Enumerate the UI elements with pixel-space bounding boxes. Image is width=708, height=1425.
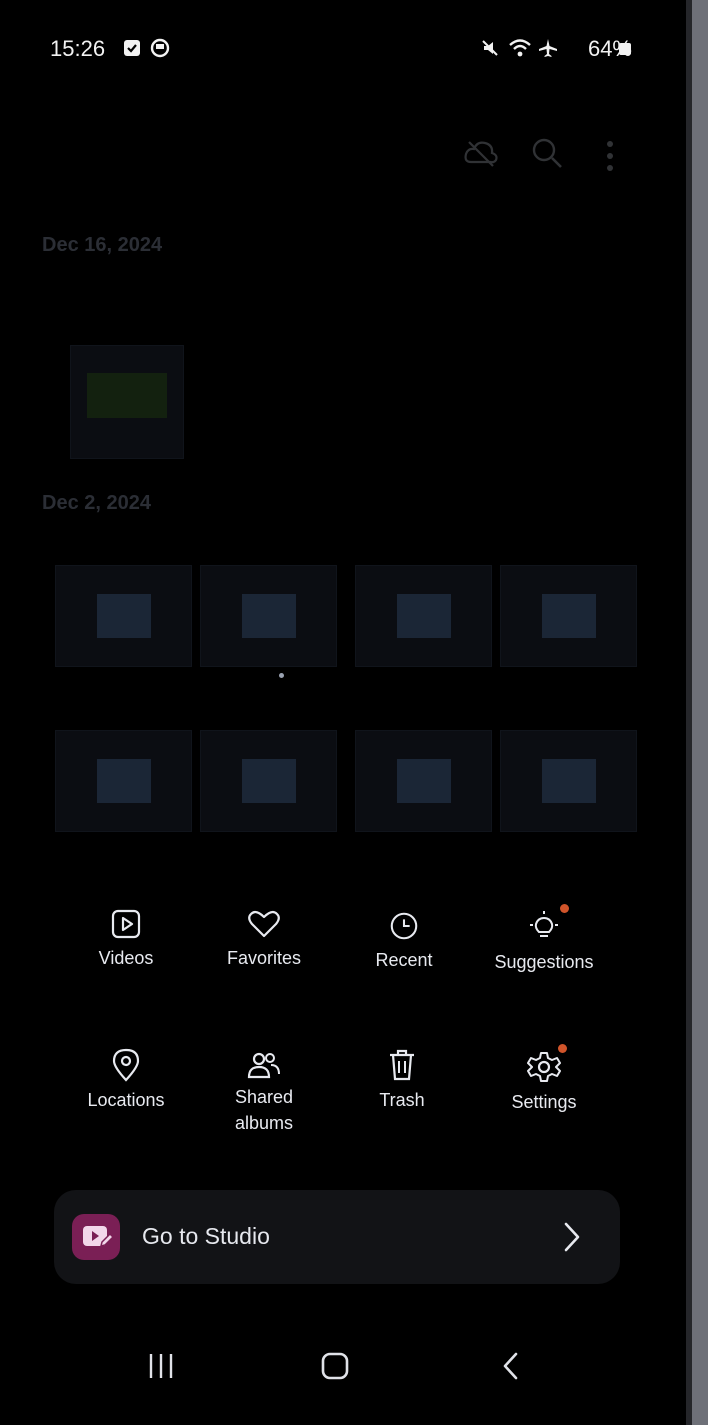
photo-thumbnail[interactable] xyxy=(70,345,184,459)
heart-icon xyxy=(248,910,280,938)
studio-label: Go to Studio xyxy=(142,1223,270,1249)
notification-badge xyxy=(558,1044,567,1053)
menu-item-settings[interactable]: Settings xyxy=(496,1044,592,1113)
photo-thumbnail[interactable] xyxy=(55,565,192,667)
gallery-screen: 15:26 64% Dec 16, 2024 Dec 2, 2024 Video… xyxy=(0,0,708,1425)
device-frame-edge xyxy=(686,0,692,1425)
search-icon[interactable] xyxy=(530,136,564,170)
menu-item-label: Favorites xyxy=(226,948,302,968)
chevron-right-icon[interactable] xyxy=(562,1220,582,1254)
menu-item-label: Suggestions xyxy=(494,952,594,972)
studio-app-icon xyxy=(72,1214,120,1260)
thumbnail-content xyxy=(96,759,151,803)
menu-item-locations[interactable]: Locations xyxy=(76,1048,176,1111)
video-icon xyxy=(111,909,141,939)
menu-item-label: Settings xyxy=(511,1092,577,1112)
section-date: Dec 2, 2024 xyxy=(42,492,151,514)
mute-icon xyxy=(482,40,498,56)
studio-edit-icon xyxy=(83,1226,115,1248)
recents-icon[interactable] xyxy=(144,1340,178,1392)
photo-thumbnail[interactable] xyxy=(355,730,492,832)
home-icon[interactable] xyxy=(316,1340,354,1392)
lightbulb-icon xyxy=(530,911,558,937)
wifi-icon xyxy=(509,39,531,57)
clock-icon xyxy=(390,912,418,940)
menu-item-label: Recent xyxy=(375,950,433,970)
status-time: 15:26 xyxy=(50,36,106,61)
menu-item-label: Locations xyxy=(87,1090,165,1110)
status-bar: 15:26 64% xyxy=(50,32,650,68)
photo-thumbnail[interactable] xyxy=(200,730,337,832)
back-icon[interactable] xyxy=(494,1340,528,1392)
thumbnail-content xyxy=(86,372,168,418)
menu-item-trash[interactable]: Trash xyxy=(370,1048,434,1111)
battery-icon xyxy=(619,43,631,55)
thumbnail-content xyxy=(541,759,596,803)
scroll-indicator xyxy=(279,673,284,678)
menu-item-suggestions[interactable]: Suggestions xyxy=(480,904,608,973)
cloud-icon[interactable] xyxy=(463,138,499,168)
menu-item-label: Trash xyxy=(379,1090,425,1110)
menu-item-videos[interactable]: Videos xyxy=(86,908,166,969)
menu-item-label: Videos xyxy=(98,948,154,968)
photo-thumbnail[interactable] xyxy=(500,730,637,832)
thumbnail-content xyxy=(241,594,296,638)
photo-thumbnail[interactable] xyxy=(200,565,337,667)
menu-item-favorites[interactable]: Favorites xyxy=(214,908,314,969)
app-icon xyxy=(150,38,170,58)
menu-item-shared-albums[interactable]: Shared albums xyxy=(222,1050,306,1136)
photo-thumbnail[interactable] xyxy=(500,565,637,667)
gear-icon xyxy=(527,1052,561,1082)
menu-item-label: Shared albums xyxy=(234,1087,294,1133)
trash-icon xyxy=(390,1049,414,1081)
airplane-icon xyxy=(539,39,557,57)
thumbnail-content xyxy=(396,594,451,638)
notification-badge xyxy=(560,904,569,913)
menu-item-recent[interactable]: Recent xyxy=(362,910,446,971)
more-options-icon[interactable] xyxy=(603,136,617,176)
sim-icon xyxy=(124,40,140,56)
thumbnail-content xyxy=(541,594,596,638)
location-pin-icon xyxy=(112,1048,140,1082)
section-date: Dec 16, 2024 xyxy=(42,234,163,256)
go-to-studio-button[interactable]: Go to Studio xyxy=(54,1190,620,1284)
people-icon xyxy=(247,1052,280,1079)
thumbnail-content xyxy=(96,594,151,638)
thumbnail-content xyxy=(396,759,451,803)
photo-thumbnail[interactable] xyxy=(55,730,192,832)
thumbnail-content xyxy=(241,759,296,803)
photo-thumbnail[interactable] xyxy=(355,565,492,667)
